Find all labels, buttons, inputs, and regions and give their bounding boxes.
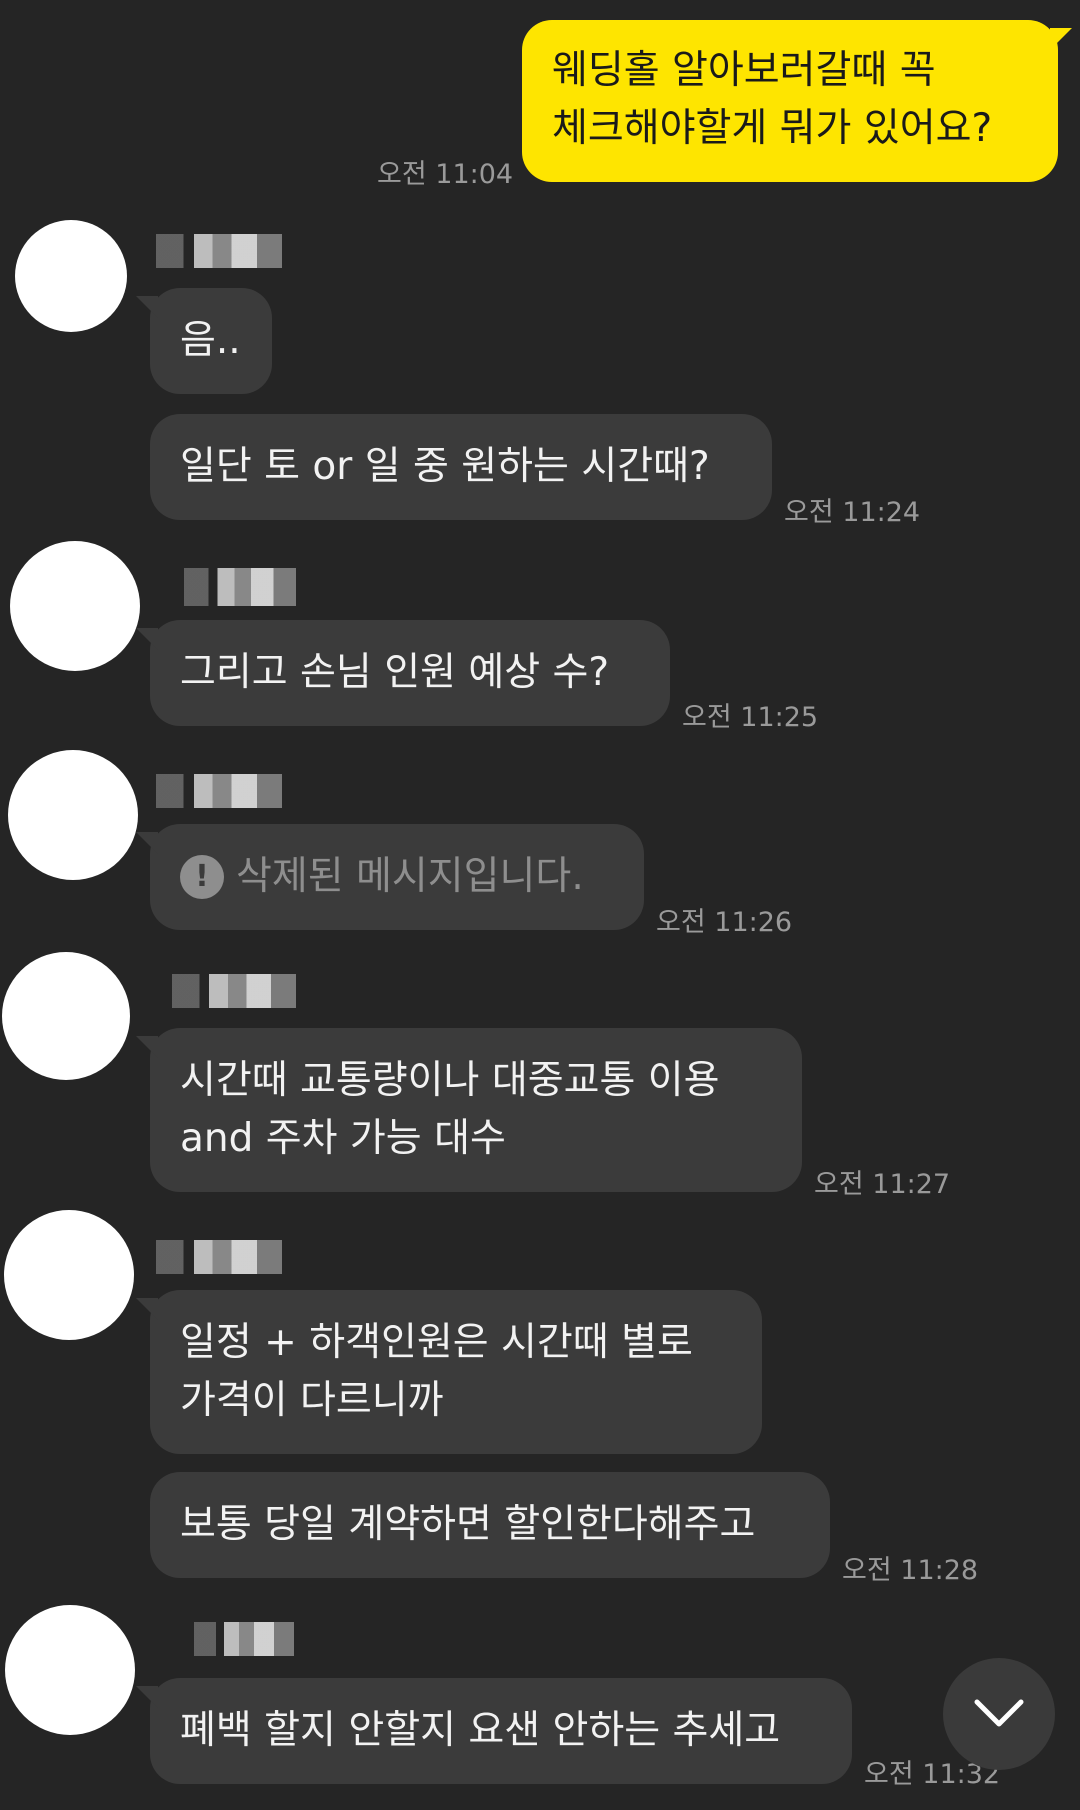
warning-icon: ! bbox=[180, 855, 224, 899]
sender-name bbox=[172, 974, 296, 1008]
message-bubble[interactable]: 일단 토 or 일 중 원하는 시간때? bbox=[150, 414, 772, 520]
chevron-down-icon bbox=[974, 1699, 1024, 1727]
sender-name bbox=[184, 568, 296, 606]
sender-name bbox=[156, 1240, 282, 1274]
timestamp: 오전 11:04 bbox=[377, 159, 514, 190]
sender-name bbox=[156, 774, 282, 808]
timestamp: 오전 11:26 bbox=[656, 907, 793, 938]
message-bubble[interactable]: 그리고 손님 인원 예상 수? bbox=[136, 620, 670, 726]
timestamp: 오전 11:24 bbox=[784, 497, 921, 528]
avatar[interactable] bbox=[5, 1605, 135, 1735]
deleted-message-bubble[interactable]: ! 삭제된 메시지입니다. bbox=[136, 824, 644, 930]
timestamp: 오전 11:28 bbox=[842, 1555, 979, 1586]
scroll-to-bottom-button[interactable] bbox=[943, 1658, 1055, 1770]
my-message-bubble[interactable]: 웨딩홀 알아보러갈때 꼭 체크해야할게 뭐가 있어요? bbox=[522, 20, 1072, 182]
timestamp: 오전 11:27 bbox=[814, 1169, 951, 1200]
sender-name bbox=[156, 234, 282, 268]
message-bubble[interactable]: 폐백 할지 안할지 요샌 안하는 추세고 bbox=[136, 1678, 852, 1784]
avatar[interactable] bbox=[10, 541, 140, 671]
message-bubble[interactable]: 일정 + 하객인원은 시간때 별로 가격이 다르니까 bbox=[136, 1290, 762, 1454]
timestamp: 오전 11:25 bbox=[682, 702, 819, 733]
sender-name bbox=[194, 1622, 294, 1656]
deleted-message-text: 삭제된 메시지입니다. bbox=[236, 854, 584, 899]
avatar[interactable] bbox=[4, 1210, 134, 1340]
avatar[interactable] bbox=[15, 220, 127, 332]
avatar[interactable] bbox=[2, 952, 130, 1080]
message-bubble[interactable]: 시간때 교통량이나 대중교통 이용 and 주차 가능 대수 bbox=[136, 1028, 802, 1192]
message-bubble[interactable]: 음.. bbox=[136, 288, 272, 394]
avatar[interactable] bbox=[8, 750, 138, 880]
message-bubble[interactable]: 보통 당일 계약하면 할인한다해주고 bbox=[150, 1472, 830, 1578]
